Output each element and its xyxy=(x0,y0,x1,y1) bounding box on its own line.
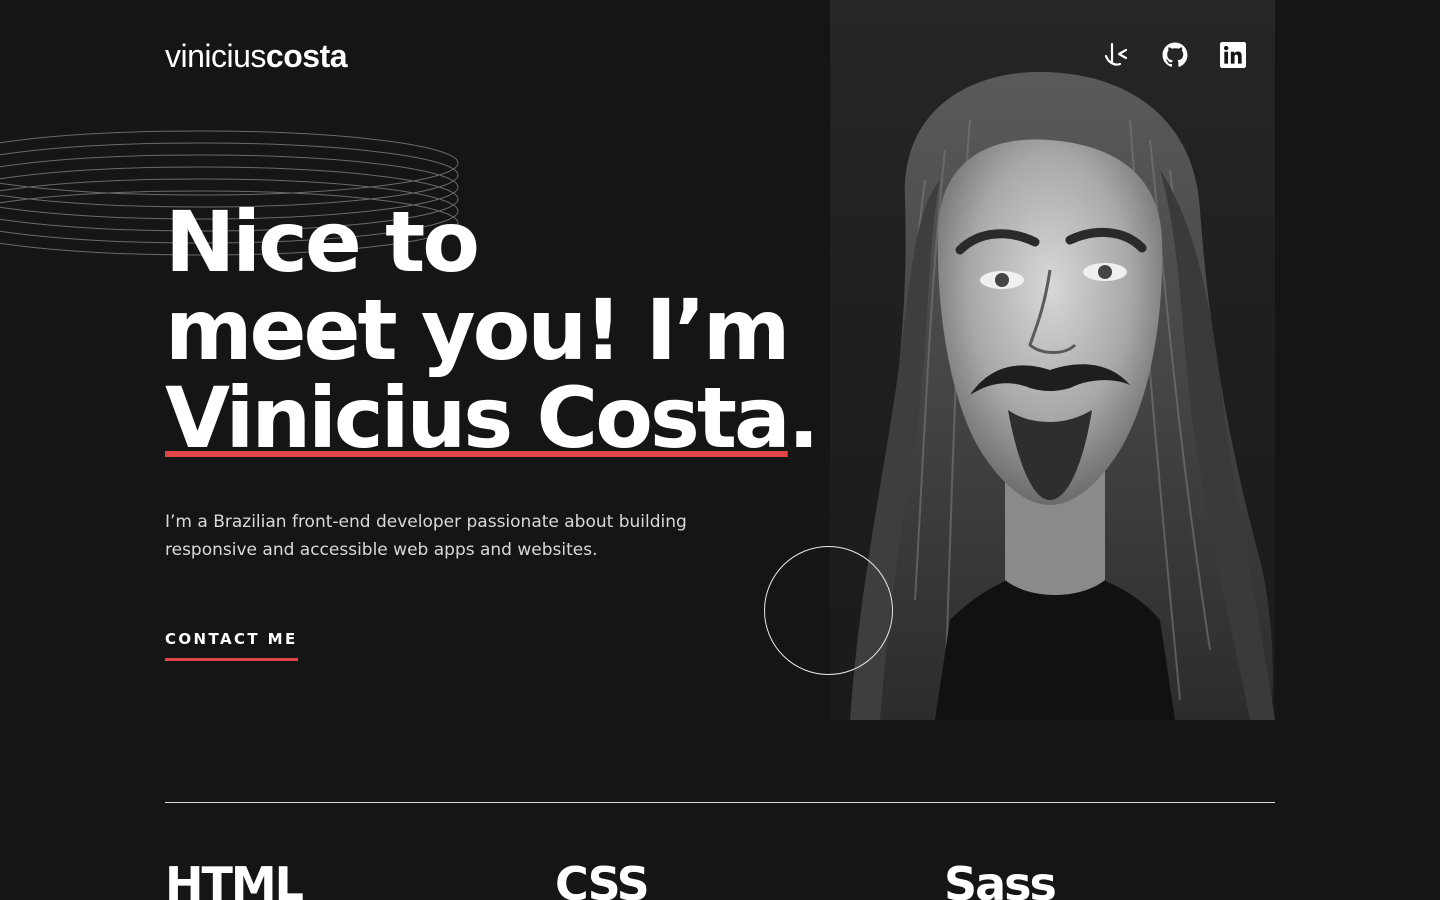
portrait-illustration xyxy=(850,71,1275,720)
hero-name: Vinicius Costa xyxy=(165,369,791,467)
hero-line-3: Vinicius Costa. xyxy=(165,374,820,462)
hero-intro: I’m a Brazilian front-end developer pass… xyxy=(165,512,687,560)
github-icon[interactable] xyxy=(1160,40,1190,70)
skill-css: CSS xyxy=(555,857,650,900)
hero-line-1: Nice to xyxy=(165,193,480,291)
site-logo[interactable]: viniciuscosta xyxy=(165,38,348,74)
profile-photo xyxy=(830,0,1275,720)
hero-period: . xyxy=(787,369,820,467)
section-divider xyxy=(165,802,1275,803)
frontend-mentor-icon[interactable] xyxy=(1102,40,1132,70)
logo-last-name: costa xyxy=(265,38,348,74)
hero-heading: Nice to meet you! I’m Vinicius Costa. xyxy=(165,193,820,462)
linkedin-icon[interactable] xyxy=(1218,40,1248,70)
skill-sass: Sass xyxy=(944,857,1057,900)
hero-line-2: meet you! I’m xyxy=(165,281,790,379)
contact-me-button[interactable]: CONTACT ME xyxy=(165,630,298,661)
social-links xyxy=(1102,40,1248,70)
skill-html: HTML xyxy=(165,857,304,900)
circle-decoration xyxy=(764,546,893,675)
logo-first-name: vinicius xyxy=(165,38,266,74)
